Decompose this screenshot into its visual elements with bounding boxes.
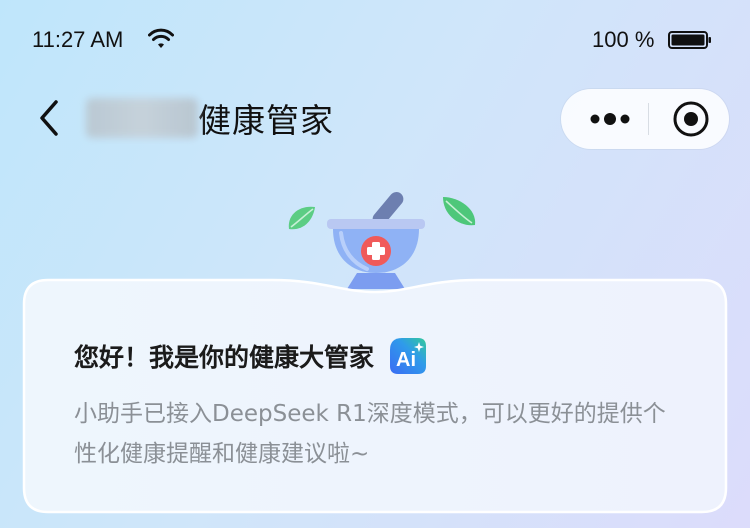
wifi-icon xyxy=(148,28,174,48)
card-description: 小助手已接入DeepSeek R1深度模式，可以更好的提供个性化健康提醒和健康建… xyxy=(74,401,666,467)
greeting-row: 您好！我是你的健康大管家 Ai xyxy=(74,336,694,376)
mini-program-capsule xyxy=(561,89,729,149)
page-title: 健康管家 xyxy=(86,96,334,140)
leaf-left-icon xyxy=(288,206,315,230)
close-mini-program-icon[interactable] xyxy=(671,99,711,139)
status-bar: 11:27 AM 100 % xyxy=(0,0,750,80)
battery-icon xyxy=(668,31,711,49)
blurred-app-name xyxy=(86,98,198,138)
medical-cross-icon xyxy=(361,236,391,266)
page-title-text: 健康管家 xyxy=(198,101,334,140)
status-time: 11:27 AM xyxy=(32,27,124,52)
card-content: 您好！我是你的健康大管家 Ai 小助手已接入DeepSeek R1深度模式，可以… xyxy=(74,336,694,474)
ai-badge-icon: Ai xyxy=(390,338,427,374)
back-icon[interactable] xyxy=(34,98,64,138)
battery-percent: 100 % xyxy=(592,27,655,52)
greeting-text: 您好！我是你的健康大管家 xyxy=(74,343,375,372)
leaf-right-icon xyxy=(443,197,476,226)
more-icon[interactable] xyxy=(589,107,633,131)
capsule-divider xyxy=(648,103,649,135)
svg-text:Ai: Ai xyxy=(396,349,416,371)
